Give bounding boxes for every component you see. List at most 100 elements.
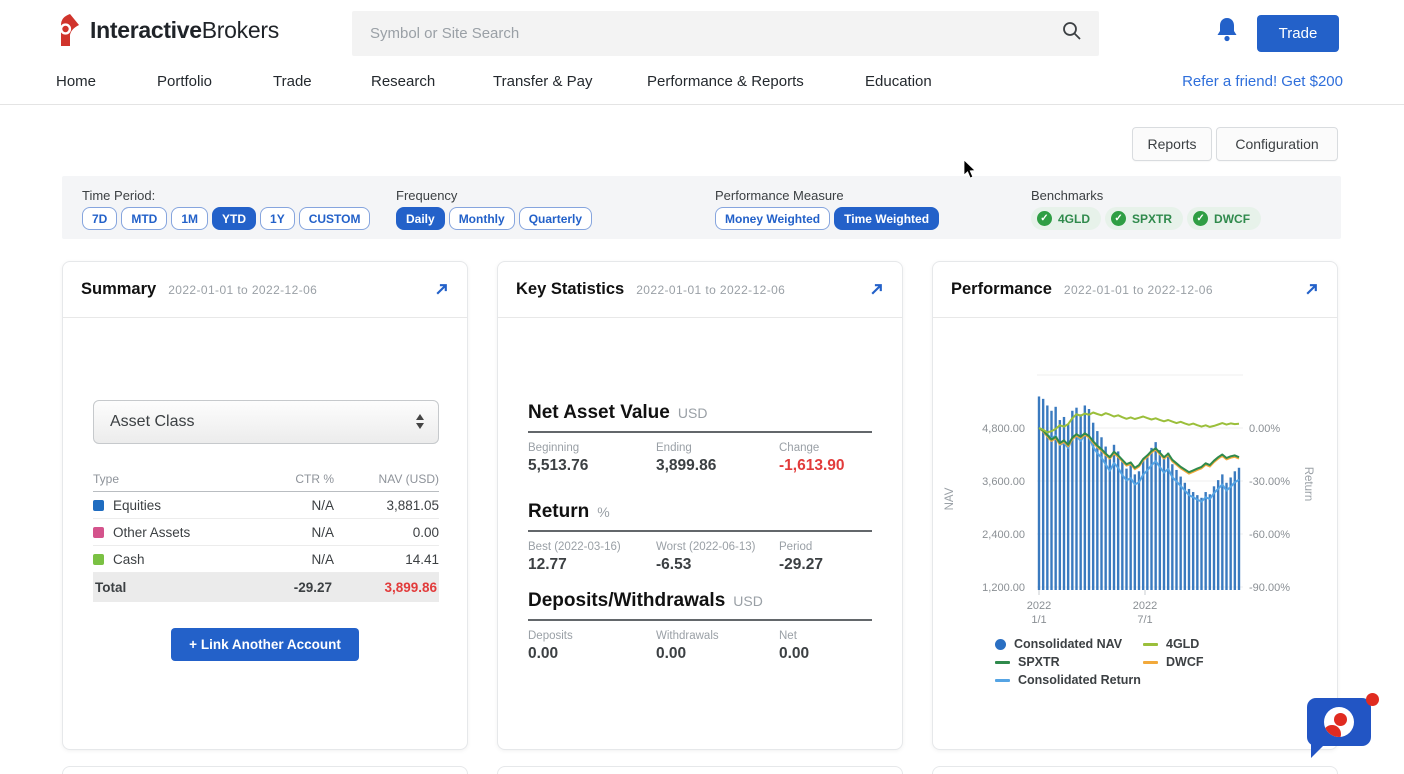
stat-label: Withdrawals — [656, 630, 779, 642]
table-row[interactable]: Equities N/A 3,881.05 — [93, 492, 439, 519]
row-type: Equities — [113, 498, 161, 513]
expand-arrow-icon[interactable] — [434, 282, 449, 297]
link-another-account-button[interactable]: + Link Another Account — [171, 628, 359, 661]
table-row[interactable]: Cash N/A 14.41 — [93, 546, 439, 573]
key-statistics-title: Key Statistics — [516, 280, 624, 299]
nav-item-performance-reports[interactable]: Performance & Reports — [647, 60, 804, 104]
svg-text:-60.00%: -60.00% — [1249, 529, 1290, 541]
plus-icon: + — [189, 637, 197, 652]
measure-time-weighted[interactable]: Time Weighted — [834, 207, 939, 230]
time-period-1y[interactable]: 1Y — [260, 207, 295, 230]
ibot-icon — [1324, 707, 1354, 737]
measure-money-weighted[interactable]: Money Weighted — [715, 207, 830, 230]
ib-logo-icon — [57, 13, 83, 47]
stat-value: -1,613.90 — [779, 457, 872, 475]
time-period-custom[interactable]: CUSTOM — [299, 207, 371, 230]
section-title: Deposits/Withdrawals — [528, 590, 725, 611]
benchmark-dwcf[interactable]: ✓ DWCF — [1187, 207, 1261, 230]
stat-value: 0.00 — [779, 645, 872, 663]
legend-label: Consolidated Return — [1018, 673, 1141, 687]
frequency-quarterly[interactable]: Quarterly — [519, 207, 592, 230]
row-ctr: N/A — [244, 552, 334, 567]
legend-label: 4GLD — [1166, 637, 1199, 651]
row-type: Cash — [113, 552, 145, 567]
benchmark-dwcf-label: DWCF — [1214, 212, 1250, 226]
stat-label: Net — [779, 630, 872, 642]
stat-label: Worst (2022-06-13) — [656, 541, 779, 553]
stat-value: 3,899.86 — [656, 457, 779, 475]
next-row-card — [62, 766, 468, 774]
asset-class-select-value: Asset Class — [110, 413, 194, 431]
benchmark-spxtr-label: SPXTR — [1132, 212, 1172, 226]
row-ctr: N/A — [244, 525, 334, 540]
logo-light: Brokers — [202, 17, 279, 43]
col-type: Type — [93, 472, 244, 486]
benchmark-4gld[interactable]: ✓4GLD — [1031, 207, 1101, 230]
chat-widget-button[interactable] — [1306, 698, 1372, 758]
stat-value: 0.00 — [528, 645, 656, 663]
refer-a-friend-link[interactable]: Refer a friend! Get $200 — [1182, 60, 1343, 104]
key-statistics-card: Key Statistics 2022-01-01 to 2022-12-06 … — [497, 261, 903, 750]
expand-arrow-icon[interactable] — [869, 282, 884, 297]
legend-consolidated-return: Consolidated Return — [995, 673, 1143, 687]
frequency-daily[interactable]: Daily — [396, 207, 445, 230]
total-label: Total — [95, 580, 242, 595]
performance-reports-page: InteractiveBrokers Trade Home Portfolio … — [0, 0, 1404, 774]
nav-item-research[interactable]: Research — [371, 60, 435, 104]
summary-card: Summary 2022-01-01 to 2022-12-06 Asset C… — [62, 261, 468, 750]
time-period-7d[interactable]: 7D — [82, 207, 117, 230]
link-another-account-label: Link Another Account — [201, 637, 341, 652]
section-unit: % — [597, 504, 609, 520]
row-ctr: N/A — [244, 498, 334, 513]
time-period-ytd[interactable]: YTD — [212, 207, 256, 230]
performance-chart[interactable]: 4,800.003,600.002,400.001,200.000.00%-30… — [933, 319, 1337, 634]
stat-label: Change — [779, 442, 872, 454]
row-nav: 3,881.05 — [334, 498, 439, 513]
time-period-label: Time Period: — [82, 188, 155, 203]
benchmark-spxtr[interactable]: ✓SPXTR — [1105, 207, 1183, 230]
stat-label: Best (2022-03-16) — [528, 541, 656, 553]
filter-bar: Time Period: 7D MTD 1M YTD 1Y CUSTOM Fre… — [62, 176, 1341, 239]
frequency-monthly[interactable]: Monthly — [449, 207, 515, 230]
col-nav: NAV (USD) — [334, 472, 439, 486]
legend-label: DWCF — [1166, 655, 1204, 669]
legend-label: SPXTR — [1018, 655, 1060, 669]
trade-button[interactable]: Trade — [1257, 15, 1339, 52]
time-period-mtd[interactable]: MTD — [121, 207, 167, 230]
nav-item-transfer-pay[interactable]: Transfer & Pay — [493, 60, 592, 104]
nav-item-portfolio[interactable]: Portfolio — [157, 60, 212, 104]
nav-item-education[interactable]: Education — [865, 60, 932, 104]
svg-text:Return: Return — [1302, 467, 1314, 502]
time-period-1m[interactable]: 1M — [171, 207, 208, 230]
legend-consolidated-nav: Consolidated NAV — [995, 637, 1143, 651]
section-unit: USD — [733, 593, 763, 609]
deposits-withdrawals-section: Deposits/WithdrawalsUSD Deposits0.00 Wit… — [528, 590, 872, 663]
nav-item-trade[interactable]: Trade — [273, 60, 312, 104]
svg-text:2022: 2022 — [1133, 600, 1157, 612]
search-input[interactable] — [352, 25, 1061, 42]
performance-measure-label: Performance Measure — [715, 188, 844, 203]
stat-label: Beginning — [528, 442, 656, 454]
configuration-button[interactable]: Configuration — [1216, 127, 1338, 161]
equities-swatch — [93, 500, 104, 511]
svg-text:-90.00%: -90.00% — [1249, 582, 1290, 594]
row-nav: 14.41 — [334, 552, 439, 567]
nav-item-home[interactable]: Home — [56, 60, 96, 104]
interactive-brokers-logo[interactable]: InteractiveBrokers — [57, 13, 279, 47]
svg-text:NAV: NAV — [944, 487, 956, 510]
table-total-row: Total -29.27 3,899.86 — [93, 573, 439, 602]
check-icon: ✓ — [1193, 211, 1208, 226]
reports-button[interactable]: Reports — [1132, 127, 1212, 161]
total-ctr: -29.27 — [242, 580, 332, 595]
legend-label: Consolidated NAV — [1014, 637, 1122, 651]
expand-arrow-icon[interactable] — [1304, 282, 1319, 297]
asset-class-select[interactable]: Asset Class — [93, 400, 439, 444]
search-icon[interactable] — [1061, 20, 1083, 47]
legend-spxtr: SPXTR — [995, 655, 1143, 669]
table-row[interactable]: Other Assets N/A 0.00 — [93, 519, 439, 546]
svg-text:1,200.00: 1,200.00 — [982, 582, 1025, 594]
stat-value: 12.77 — [528, 556, 656, 574]
nav-marker — [995, 639, 1006, 650]
notifications-bell-icon[interactable] — [1215, 17, 1239, 49]
stat-label: Period — [779, 541, 872, 553]
